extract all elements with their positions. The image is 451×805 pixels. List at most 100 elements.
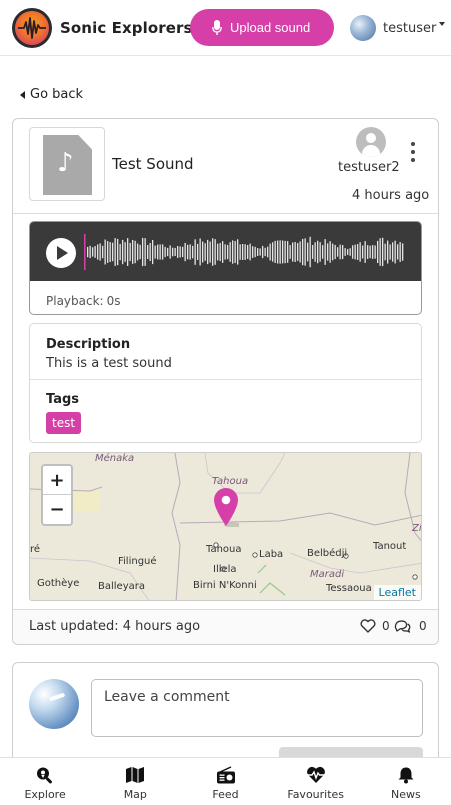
waveform-bar bbox=[227, 244, 229, 260]
heartbeat-icon bbox=[306, 766, 325, 783]
waveform-bar bbox=[112, 242, 114, 262]
waveform-bar bbox=[362, 245, 364, 259]
waveform-bar bbox=[287, 241, 289, 263]
waveform-bar bbox=[92, 247, 94, 257]
comments-button[interactable]: 0 bbox=[394, 619, 427, 633]
search-location-icon bbox=[37, 767, 53, 784]
waveform-bar bbox=[222, 241, 224, 263]
map-label: Tahoua bbox=[212, 476, 249, 487]
nav-map-label: Map bbox=[123, 788, 147, 801]
playback-value: 0s bbox=[106, 294, 121, 308]
waveform-bar bbox=[119, 243, 121, 261]
waveform-bar bbox=[304, 238, 306, 266]
nav-favourites[interactable]: Favourites bbox=[271, 758, 361, 805]
uploader-name[interactable]: testuser2 bbox=[338, 160, 400, 175]
user-menu[interactable]: testuser bbox=[350, 14, 446, 42]
waveform-bar bbox=[207, 239, 209, 265]
nav-news[interactable]: News bbox=[361, 758, 451, 805]
waveform-bar bbox=[199, 238, 201, 266]
waveform-bar bbox=[172, 247, 174, 257]
zoom-out-button[interactable]: − bbox=[43, 495, 71, 524]
brand-logo[interactable] bbox=[12, 8, 52, 48]
waveform-bar bbox=[332, 243, 334, 261]
tag-badge[interactable]: test bbox=[46, 412, 82, 434]
waveform-bar bbox=[309, 236, 311, 268]
waveform-bar bbox=[369, 245, 371, 259]
nav-explore[interactable]: Explore bbox=[0, 758, 90, 805]
waveform-bar bbox=[334, 244, 336, 260]
waveform-bar bbox=[129, 242, 131, 262]
uploader-avatar[interactable] bbox=[356, 127, 386, 157]
map-label: Maradi bbox=[310, 569, 345, 580]
waveform-bar bbox=[374, 245, 376, 259]
waveform-bar bbox=[114, 238, 116, 266]
map-label: Ménaka bbox=[95, 453, 135, 464]
upload-sound-button[interactable]: Upload sound bbox=[190, 9, 334, 46]
map-marker-icon[interactable] bbox=[213, 487, 239, 527]
more-options-icon[interactable] bbox=[408, 142, 418, 162]
zoom-in-button[interactable]: + bbox=[43, 466, 71, 495]
waveform-bar bbox=[152, 240, 154, 265]
zoom-control: + − bbox=[41, 464, 73, 526]
waveform-bar bbox=[327, 243, 329, 261]
sound-card-footer: Last updated: 4 hours ago 0 0 bbox=[13, 609, 438, 644]
go-back-label: Go back bbox=[30, 87, 84, 102]
waveform-bar bbox=[159, 244, 161, 260]
waveform-bar bbox=[87, 246, 89, 258]
waveform-bar bbox=[117, 238, 119, 266]
player-waveform-area bbox=[30, 222, 421, 281]
waveform-bar bbox=[314, 242, 316, 262]
top-navbar: Sonic Explorers Upload sound testuser bbox=[0, 0, 451, 56]
waveform-bar bbox=[162, 244, 164, 260]
map-label: Tessaoua bbox=[326, 583, 372, 594]
waveform-bar bbox=[169, 245, 171, 259]
upload-time: 4 hours ago bbox=[352, 188, 430, 203]
comment-input[interactable] bbox=[91, 679, 423, 737]
play-button[interactable] bbox=[46, 238, 76, 268]
waveform-bar bbox=[367, 245, 369, 259]
map-label: Balleyara bbox=[98, 581, 145, 592]
waveform-bar bbox=[269, 243, 271, 261]
waveform-bar bbox=[347, 249, 349, 255]
radio-icon bbox=[216, 766, 235, 784]
waveform-bar bbox=[267, 246, 269, 258]
location-map[interactable]: + − Ménaka Tahoua Tahoua Laba Belbédji T… bbox=[29, 452, 422, 601]
waveform-bar bbox=[247, 245, 249, 259]
waveform-bar bbox=[297, 243, 299, 261]
like-count: 0 bbox=[382, 619, 390, 633]
nav-map[interactable]: Map bbox=[90, 758, 180, 805]
waveform-bar bbox=[399, 242, 401, 262]
waveform-bar bbox=[357, 244, 359, 260]
waveform-bar bbox=[307, 242, 309, 262]
waveform-bar bbox=[257, 248, 259, 256]
waveform-bar bbox=[274, 240, 276, 263]
waveform-bar bbox=[139, 244, 141, 260]
waveform-bar bbox=[352, 245, 354, 259]
waveform-bar bbox=[379, 238, 381, 266]
map-attribution-link[interactable]: Leaflet bbox=[373, 585, 421, 600]
map-label: Belbédji bbox=[307, 548, 348, 559]
waveform-bar bbox=[239, 244, 241, 260]
waveform-bar bbox=[249, 243, 251, 261]
waveform-bar bbox=[197, 243, 199, 260]
waveform-bar bbox=[102, 245, 104, 259]
waveform-bar bbox=[279, 240, 281, 264]
waveform-bar bbox=[109, 242, 111, 262]
waveform-bar bbox=[272, 242, 274, 262]
waveform-bar bbox=[122, 239, 124, 265]
waveform-bar bbox=[127, 238, 129, 266]
waveform-bar bbox=[224, 244, 226, 260]
waveform-bar bbox=[262, 245, 264, 259]
waveform-bar bbox=[182, 246, 184, 258]
nav-feed[interactable]: Feed bbox=[180, 758, 270, 805]
go-back-link[interactable]: Go back bbox=[20, 87, 83, 102]
waveform[interactable] bbox=[84, 232, 406, 272]
waveform-bar bbox=[164, 246, 166, 258]
commenter-avatar bbox=[29, 679, 79, 729]
waveform-bar bbox=[154, 245, 156, 259]
waveform-bar bbox=[189, 244, 191, 260]
brand-name[interactable]: Sonic Explorers bbox=[60, 19, 193, 37]
like-button[interactable]: 0 bbox=[360, 619, 390, 633]
waveform-bar bbox=[259, 248, 261, 256]
waveform-bar bbox=[209, 241, 211, 263]
